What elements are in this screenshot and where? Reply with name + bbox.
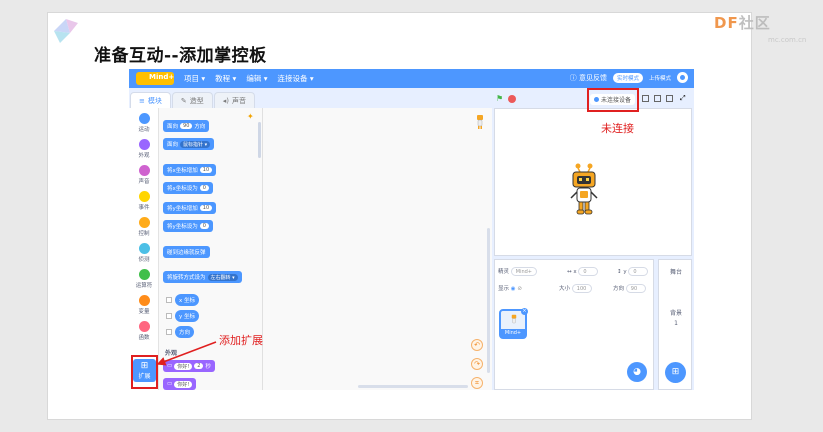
arrow-icon [156,341,217,366]
